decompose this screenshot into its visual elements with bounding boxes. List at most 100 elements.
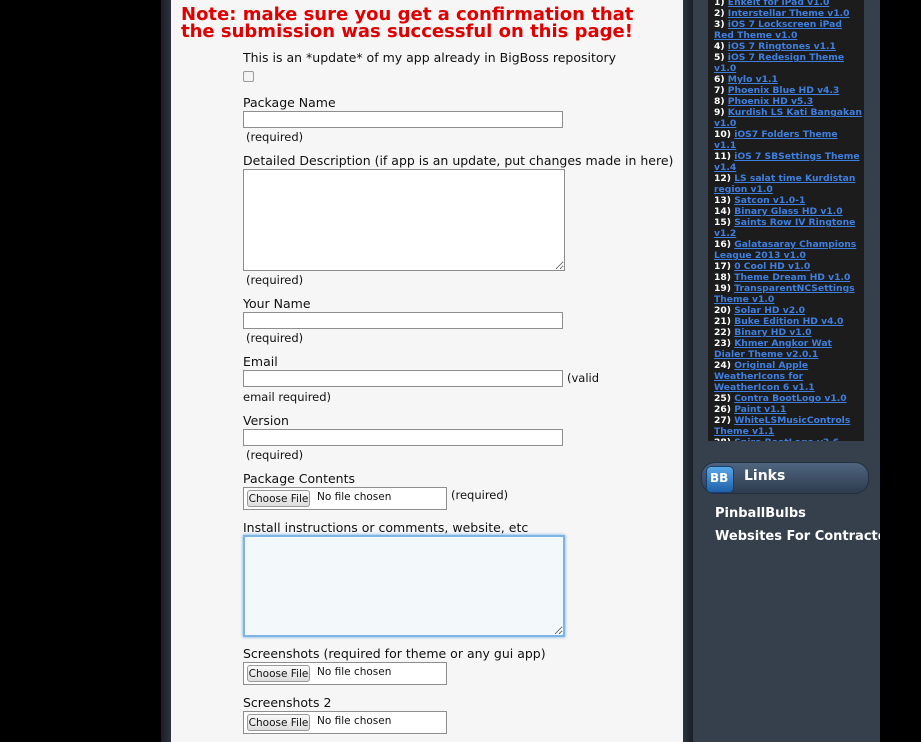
top-list-item: 17) 0 Cool HD v1.0 xyxy=(714,261,862,272)
version-required: (required) xyxy=(246,448,304,462)
top-list-link[interactable]: WhiteLSMusicControls Theme v1.1 xyxy=(714,415,850,437)
link-pinballbulbs[interactable]: PinballBulbs xyxy=(715,506,806,521)
top-list-link[interactable]: Kurdish LS Kati Bangakan v1.0 xyxy=(714,107,862,129)
top-list-rank: 7) xyxy=(714,85,725,96)
link-websites-for-contractors[interactable]: Websites For Contractors xyxy=(715,529,880,544)
version-input[interactable] xyxy=(243,429,563,446)
email-required-a: (valid xyxy=(567,371,600,385)
version-label: Version xyxy=(243,413,289,428)
top-list-item: 3) iOS 7 Lockscreen iPad Red Theme v1.0 xyxy=(714,19,862,41)
file-status: No file chosen xyxy=(317,491,392,503)
top-list-link[interactable]: Contra BootLogo v1.0 xyxy=(734,393,846,404)
top-list-item: 15) Saints Row IV Ringtone v1.2 xyxy=(714,217,862,239)
screenshots-label: Screenshots (required for theme or any g… xyxy=(243,646,546,661)
top-list-link[interactable]: iOS 7 SBSettings Theme v1.4 xyxy=(714,151,860,173)
top-list-rank: 20) xyxy=(714,305,731,316)
middle-border xyxy=(683,0,693,742)
top-list-rank: 27) xyxy=(714,415,731,426)
sidebar: 1) Enkelt for iPad v1.0 2) Interstellar T… xyxy=(693,0,880,742)
top-list-rank: 28) xyxy=(714,437,731,441)
links-header: BB Links xyxy=(701,462,869,494)
top-list-rank: 17) xyxy=(714,261,731,272)
top-list-rank: 2) xyxy=(714,8,725,19)
top-packages-list: 1) Enkelt for iPad v1.0 2) Interstellar T… xyxy=(708,0,864,441)
top-list-link[interactable]: Mylo v1.1 xyxy=(728,74,778,85)
your-name-label: Your Name xyxy=(243,296,311,311)
email-label: Email xyxy=(243,354,278,369)
top-list-link[interactable]: Phoenix HD v5.3 xyxy=(728,96,813,107)
top-list-link[interactable]: iOS 7 Ringtones v1.1 xyxy=(728,41,836,52)
top-list-link[interactable]: Saints Row IV Ringtone v1.2 xyxy=(714,217,855,239)
top-list-link[interactable]: iOS7 Folders Theme v1.1 xyxy=(714,129,838,151)
top-list-link[interactable]: Enkelt for iPad v1.0 xyxy=(728,0,830,8)
top-list-rank: 21) xyxy=(714,316,731,327)
update-checkbox[interactable] xyxy=(243,71,254,82)
your-name-input[interactable] xyxy=(243,312,563,329)
top-list-item: 20) Solar HD v2.0 xyxy=(714,305,862,316)
package-name-input[interactable] xyxy=(243,111,563,128)
screenshots2-file-input[interactable]: Choose File No file chosen xyxy=(243,711,447,734)
top-list-rank: 6) xyxy=(714,74,725,85)
choose-file-button[interactable]: Choose File xyxy=(247,665,310,682)
description-required: (required) xyxy=(246,273,304,287)
top-list-item: 12) LS salat time Kurdistan region v1.0 xyxy=(714,173,862,195)
top-list-link[interactable]: Interstellar Theme v1.0 xyxy=(728,8,850,19)
bigboss-logo-icon: BB xyxy=(706,466,734,493)
top-list-item: 8) Phoenix HD v5.3 xyxy=(714,96,862,107)
install-textarea[interactable] xyxy=(243,535,565,637)
top-list-link[interactable]: LS salat time Kurdistan region v1.0 xyxy=(714,173,855,195)
top-list-item: 28) Spiro BootLogo v2.6 xyxy=(714,437,862,441)
top-list-link[interactable]: TransparentNCSettings Theme v1.0 xyxy=(714,283,855,305)
top-list-link[interactable]: Galatasaray Champions League 2013 v1.0 xyxy=(714,239,856,261)
package-contents-file-input[interactable]: Choose File No file chosen xyxy=(243,487,447,510)
top-list-link[interactable]: Paint v1.1 xyxy=(734,404,786,415)
top-list-item: 4) iOS 7 Ringtones v1.1 xyxy=(714,41,862,52)
top-list-item: 6) Mylo v1.1 xyxy=(714,74,862,85)
top-list-link[interactable]: Solar HD v2.0 xyxy=(734,305,805,316)
top-list-rank: 25) xyxy=(714,393,731,404)
top-list-rank: 4) xyxy=(714,41,725,52)
top-list-rank: 8) xyxy=(714,96,725,107)
top-list-item: 7) Phoenix Blue HD v4.3 xyxy=(714,85,862,96)
top-list-rank: 12) xyxy=(714,173,731,184)
top-list-rank: 18) xyxy=(714,272,731,283)
screenshots-file-input[interactable]: Choose File No file chosen xyxy=(243,662,447,685)
top-list-link[interactable]: Binary HD v1.0 xyxy=(734,327,811,338)
top-list-rank: 16) xyxy=(714,239,731,250)
package-name-label: Package Name xyxy=(243,95,336,110)
top-list-link[interactable]: Spiro BootLogo v2.6 xyxy=(734,437,839,441)
description-label: Detailed Description (if app is an updat… xyxy=(243,153,674,168)
top-list-rank: 10) xyxy=(714,129,731,140)
top-list-rank: 22) xyxy=(714,327,731,338)
top-list-link[interactable]: 0 Cool HD v1.0 xyxy=(734,261,810,272)
page: Note: make sure you get a confirmation t… xyxy=(0,0,921,742)
top-list-item: 25) Contra BootLogo v1.0 xyxy=(714,393,862,404)
top-packages-box: 1) Enkelt for iPad v1.0 2) Interstellar T… xyxy=(708,0,864,441)
top-list-rank: 14) xyxy=(714,206,731,217)
top-list-item: 23) Khmer Angkor Wat Dialer Theme v2.0.1 xyxy=(714,338,862,360)
top-list-item: 5) iOS 7 Redesign Theme v1.0 xyxy=(714,52,862,74)
top-list-rank: 5) xyxy=(714,52,725,63)
top-list-rank: 15) xyxy=(714,217,731,228)
top-list-link[interactable]: Binary Glass HD v1.0 xyxy=(734,206,842,217)
file-status: No file chosen xyxy=(317,666,392,678)
top-list-link[interactable]: Khmer Angkor Wat Dialer Theme v2.0.1 xyxy=(714,338,832,360)
top-list-item: 2) Interstellar Theme v1.0 xyxy=(714,8,862,19)
top-list-rank: 13) xyxy=(714,195,731,206)
package-contents-required: (required) xyxy=(451,488,509,502)
package-contents-label: Package Contents xyxy=(243,471,356,486)
top-list-link[interactable]: iOS 7 Redesign Theme v1.0 xyxy=(714,52,844,74)
top-list-link[interactable]: Buke Edition HD v4.0 xyxy=(734,316,843,327)
top-list-item: 26) Paint v1.1 xyxy=(714,404,862,415)
top-list-rank: 11) xyxy=(714,151,731,162)
choose-file-button[interactable]: Choose File xyxy=(247,490,310,507)
email-input[interactable] xyxy=(243,370,563,387)
top-list-link[interactable]: iOS 7 Lockscreen iPad Red Theme v1.0 xyxy=(714,19,842,41)
top-list-item: 1) Enkelt for iPad v1.0 xyxy=(714,0,862,8)
top-list-link[interactable]: Satcon v1.0-1 xyxy=(734,195,805,206)
screenshots2-label: Screenshots 2 xyxy=(243,695,332,710)
description-textarea[interactable] xyxy=(243,169,565,271)
top-list-link[interactable]: Phoenix Blue HD v4.3 xyxy=(728,85,840,96)
top-list-link[interactable]: Theme Dream HD v1.0 xyxy=(734,272,850,283)
choose-file-button[interactable]: Choose File xyxy=(247,714,310,731)
